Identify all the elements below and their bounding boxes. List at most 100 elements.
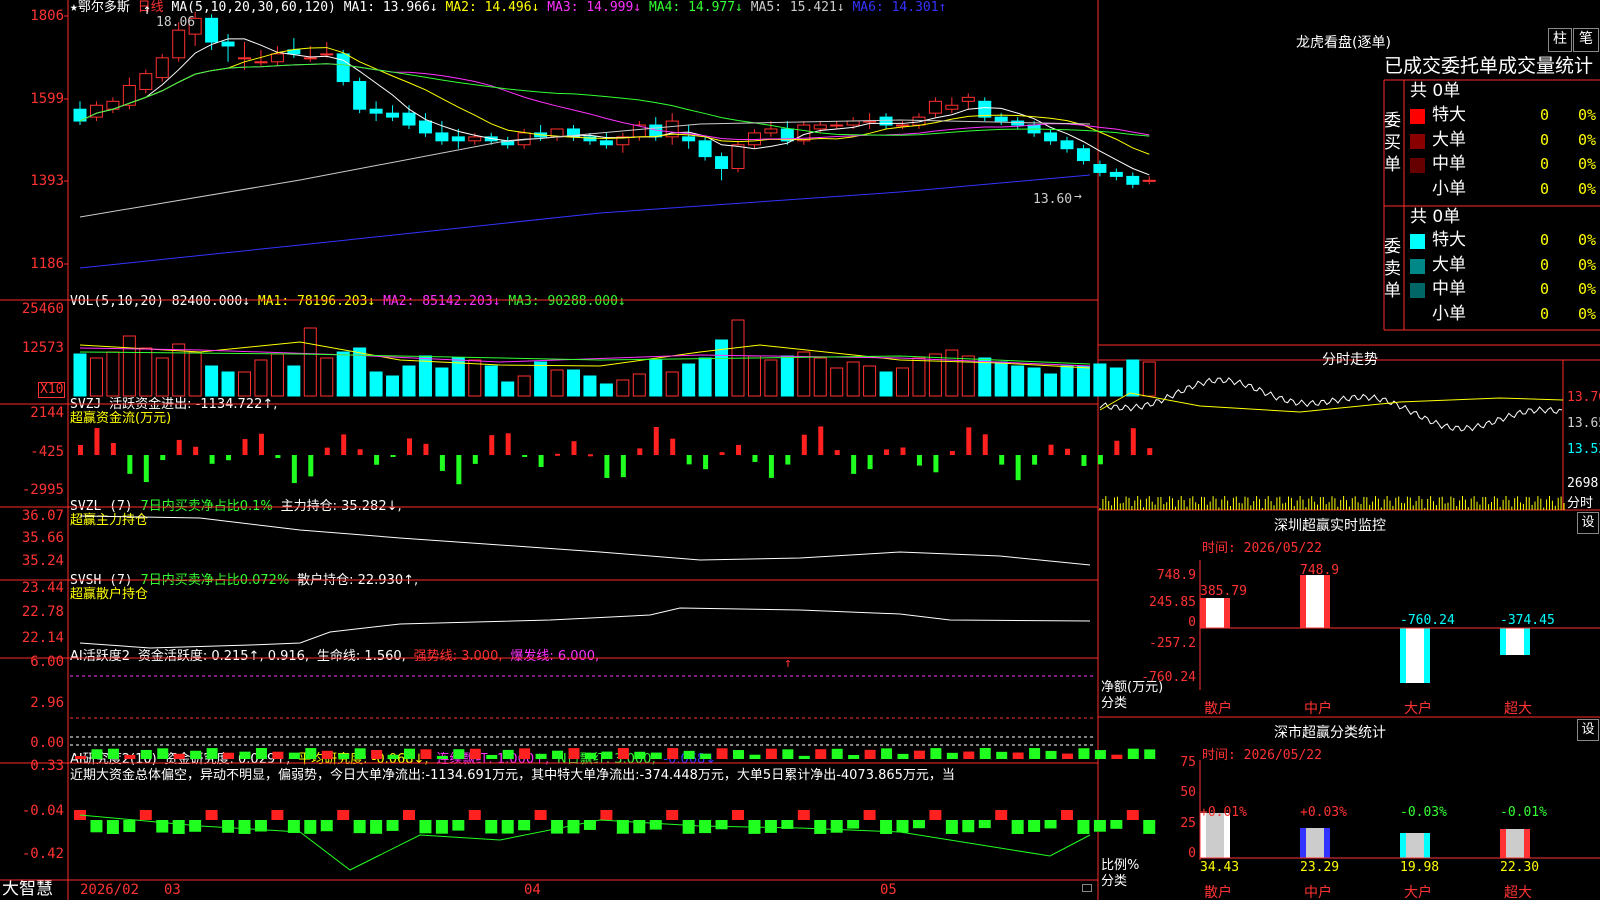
ai1-bar bbox=[601, 751, 613, 759]
ai2-bar bbox=[929, 810, 942, 820]
volume-bar bbox=[797, 351, 811, 397]
volume-bar bbox=[238, 371, 251, 397]
legend-swatch bbox=[1410, 109, 1425, 124]
svzj-bar bbox=[291, 455, 297, 484]
candle-body bbox=[418, 120, 432, 134]
stats-settings-button[interactable]: 设 bbox=[1577, 719, 1599, 741]
svzj-bar bbox=[719, 452, 725, 455]
volume-bar bbox=[994, 361, 1008, 397]
svzj-bar bbox=[110, 442, 116, 455]
ma-line bbox=[79, 119, 1091, 218]
ai1-bar bbox=[305, 748, 317, 759]
monitor-settings-button[interactable]: 设 bbox=[1577, 512, 1599, 534]
ai1-bar bbox=[453, 749, 465, 759]
svzj-bar bbox=[982, 434, 988, 455]
candle-body bbox=[1109, 171, 1123, 177]
kline-high-pointer: ↑ bbox=[143, 2, 152, 18]
svzj-bar bbox=[94, 428, 100, 455]
volume-bar bbox=[912, 357, 926, 397]
stats-pct: +0.01% bbox=[1200, 805, 1247, 820]
svzj-bar bbox=[949, 451, 955, 455]
volume-bar bbox=[303, 327, 317, 397]
svzj-bar bbox=[900, 447, 906, 455]
candle-body bbox=[599, 140, 613, 146]
ai1-bar bbox=[1012, 752, 1024, 759]
volume-bar bbox=[122, 335, 136, 397]
ai1-bar bbox=[321, 750, 333, 759]
kline-chart[interactable] bbox=[0, 0, 1600, 900]
volume-bar bbox=[320, 357, 334, 397]
volume-bar bbox=[632, 373, 646, 397]
candle-body bbox=[1126, 175, 1140, 185]
vol-unit-label: X10 bbox=[38, 382, 66, 398]
ai2-bar bbox=[1093, 820, 1106, 832]
svzj-bar bbox=[703, 455, 709, 470]
candle-body bbox=[221, 41, 235, 47]
order-pct-1: 0% bbox=[1578, 130, 1597, 149]
svzj-bar bbox=[341, 434, 347, 455]
ai2-bar bbox=[995, 810, 1008, 820]
ai2-bar bbox=[896, 820, 909, 833]
volume-bar bbox=[205, 365, 219, 397]
ai1-bar bbox=[864, 749, 876, 759]
volume-bar bbox=[402, 365, 416, 397]
ai1-bar bbox=[913, 750, 925, 759]
monitor-category: 超大 bbox=[1504, 701, 1532, 717]
ai1-bar bbox=[716, 748, 728, 759]
order-pct-1: 0% bbox=[1578, 255, 1597, 274]
ai1-bar bbox=[223, 752, 235, 759]
order-size-3: 小单 bbox=[1432, 178, 1466, 199]
svzj-bar bbox=[1015, 455, 1021, 481]
ai1-bar bbox=[404, 748, 415, 759]
candle-body bbox=[320, 53, 334, 56]
order-count-3: 0 bbox=[1540, 304, 1550, 323]
stats-ytick: 0 bbox=[1188, 846, 1196, 861]
bar-view-button[interactable]: 柱 bbox=[1548, 28, 1572, 52]
ai2-bar bbox=[353, 820, 366, 834]
candle-body bbox=[698, 140, 712, 158]
ai2-bar bbox=[567, 820, 580, 834]
volume-bar bbox=[501, 381, 515, 397]
ai2-bar bbox=[386, 820, 399, 831]
volume-bar bbox=[764, 359, 778, 397]
ai1-bar bbox=[436, 755, 448, 759]
ai1-bar bbox=[667, 748, 679, 759]
ai2-bar bbox=[172, 820, 185, 834]
volume-bar bbox=[616, 379, 630, 397]
monitor-ytick: -257.2 bbox=[1149, 636, 1196, 651]
tick-view-button[interactable]: 笔 bbox=[1573, 28, 1599, 52]
order-size-2: 中单 bbox=[1432, 279, 1466, 299]
candle-body bbox=[155, 57, 169, 79]
volume-bar bbox=[517, 375, 531, 397]
ai1-bar bbox=[1045, 750, 1057, 759]
ai2-bar bbox=[403, 810, 415, 820]
svzj-bar bbox=[736, 444, 741, 455]
ai2-bar bbox=[715, 820, 728, 830]
stats-value: 22.30 bbox=[1500, 860, 1540, 875]
order-pct-3: 0% bbox=[1578, 179, 1597, 198]
svzj-bar bbox=[555, 453, 561, 456]
ai1-bar bbox=[206, 748, 218, 759]
candle-body bbox=[846, 120, 860, 126]
ai2-bar bbox=[370, 820, 383, 834]
ai2-bar bbox=[682, 820, 695, 834]
ai1-bar bbox=[519, 748, 531, 759]
legend-swatch bbox=[1410, 133, 1425, 149]
volume-bar bbox=[155, 357, 169, 397]
ai2-bar bbox=[830, 820, 843, 833]
order-size-1: 大单 bbox=[1432, 129, 1466, 150]
svzj-bar bbox=[423, 443, 429, 455]
svzj-bar bbox=[242, 439, 248, 455]
ai2-bar bbox=[435, 820, 448, 834]
svzj-bar bbox=[653, 426, 659, 455]
volume-bar bbox=[682, 363, 696, 397]
kline-low-pointer: → bbox=[1074, 189, 1082, 204]
svzj-bar bbox=[456, 455, 462, 485]
svzj-bar bbox=[308, 455, 314, 477]
candle-body bbox=[353, 81, 367, 110]
ai1-bar bbox=[91, 749, 103, 759]
svzj-bar bbox=[275, 455, 281, 459]
svzj-bar bbox=[357, 449, 363, 455]
ai1-bar bbox=[1029, 748, 1041, 759]
ai1-bar bbox=[420, 749, 432, 759]
